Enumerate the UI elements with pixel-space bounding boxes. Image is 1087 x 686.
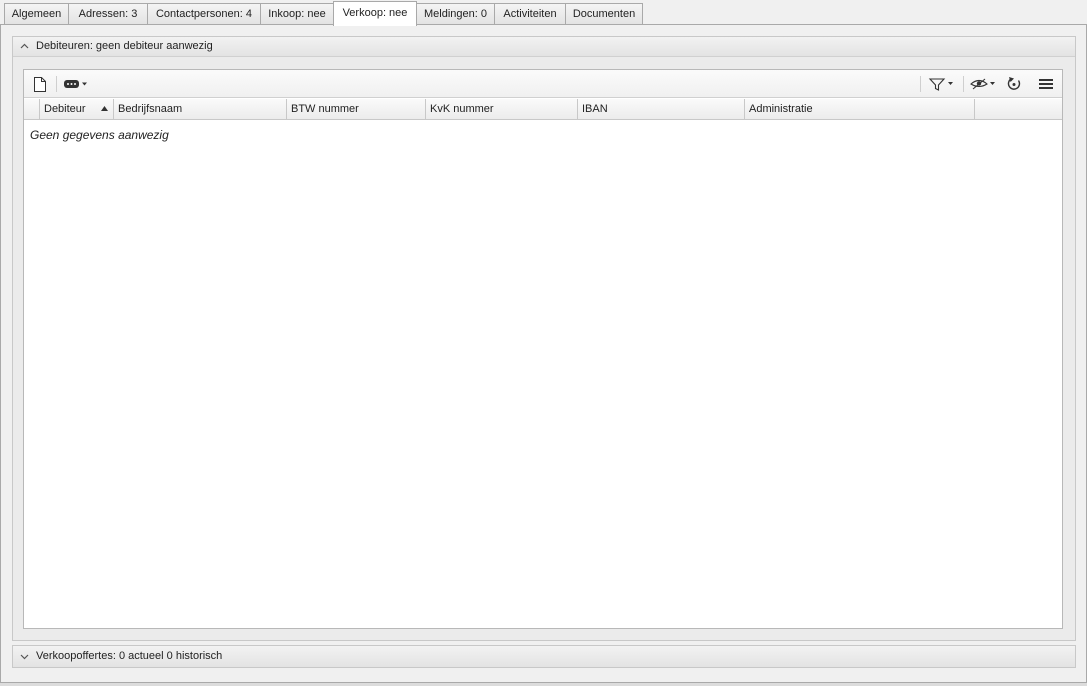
more-actions-icon: [64, 80, 87, 88]
verkoopoffertes-panel-title: Verkoopoffertes: 0 actueel 0 historisch: [36, 650, 223, 662]
toolbar-separator: [920, 76, 921, 92]
empty-grid-message: Geen gegevens aanwezig: [30, 128, 169, 142]
column-header-label: Debiteur: [44, 103, 86, 115]
chevron-up-icon[interactable]: [20, 42, 29, 51]
verkoopoffertes-panel: Verkoopoffertes: 0 actueel 0 historisch: [12, 645, 1076, 668]
column-header-btw-nummer[interactable]: BTW nummer: [287, 99, 426, 120]
view-icon: [970, 78, 995, 90]
grid-toolbar: [24, 70, 1062, 98]
new-document-button[interactable]: [30, 74, 50, 94]
column-header-debiteur[interactable]: Debiteur: [40, 99, 114, 120]
tab-verkoop[interactable]: Verkoop: nee: [333, 1, 417, 26]
column-header-iban[interactable]: IBAN: [578, 99, 745, 120]
tab-meldingen[interactable]: Meldingen: 0: [416, 3, 495, 25]
tab-adressen[interactable]: Adressen: 3: [68, 3, 148, 25]
menu-button[interactable]: [1036, 74, 1056, 94]
tab-activiteiten[interactable]: Activiteiten: [494, 3, 566, 25]
tab-documenten[interactable]: Documenten: [565, 3, 643, 25]
toolbar-separator: [56, 76, 57, 92]
chevron-down-icon[interactable]: [20, 652, 29, 661]
view-options-button[interactable]: [969, 74, 999, 94]
grid-header: Debiteur Bedrijfsnaam BTW nummer KvK num…: [24, 99, 1062, 120]
debiteuren-panel-title: Debiteuren: geen debiteur aanwezig: [36, 40, 213, 52]
more-actions-button[interactable]: [62, 74, 90, 94]
menu-icon: [1039, 79, 1053, 89]
tab-contactpersonen[interactable]: Contactpersonen: 4: [147, 3, 261, 25]
refresh-button[interactable]: [1004, 74, 1024, 94]
tab-bar: Algemeen Adressen: 3 Contactpersonen: 4 …: [0, 0, 1087, 26]
column-header-kvk-nummer[interactable]: KvK nummer: [426, 99, 578, 120]
tab-inkoop[interactable]: Inkoop: nee: [260, 3, 334, 25]
verkoopoffertes-panel-header[interactable]: Verkoopoffertes: 0 actueel 0 historisch: [13, 646, 1075, 667]
debiteuren-grid: Debiteur Bedrijfsnaam BTW nummer KvK num…: [23, 69, 1063, 629]
new-document-icon: [34, 76, 46, 92]
filter-button[interactable]: [927, 74, 957, 94]
debiteuren-panel-header[interactable]: Debiteuren: geen debiteur aanwezig: [13, 37, 1075, 57]
column-header-administratie[interactable]: Administratie: [745, 99, 975, 120]
toolbar-separator: [963, 76, 964, 92]
refresh-icon: [1007, 77, 1021, 90]
sort-ascending-icon: [101, 106, 108, 111]
row-selector-header[interactable]: [24, 99, 40, 120]
tab-algemeen[interactable]: Algemeen: [4, 3, 69, 25]
column-header-bedrijfsnaam[interactable]: Bedrijfsnaam: [114, 99, 287, 120]
filter-icon: [928, 78, 953, 91]
